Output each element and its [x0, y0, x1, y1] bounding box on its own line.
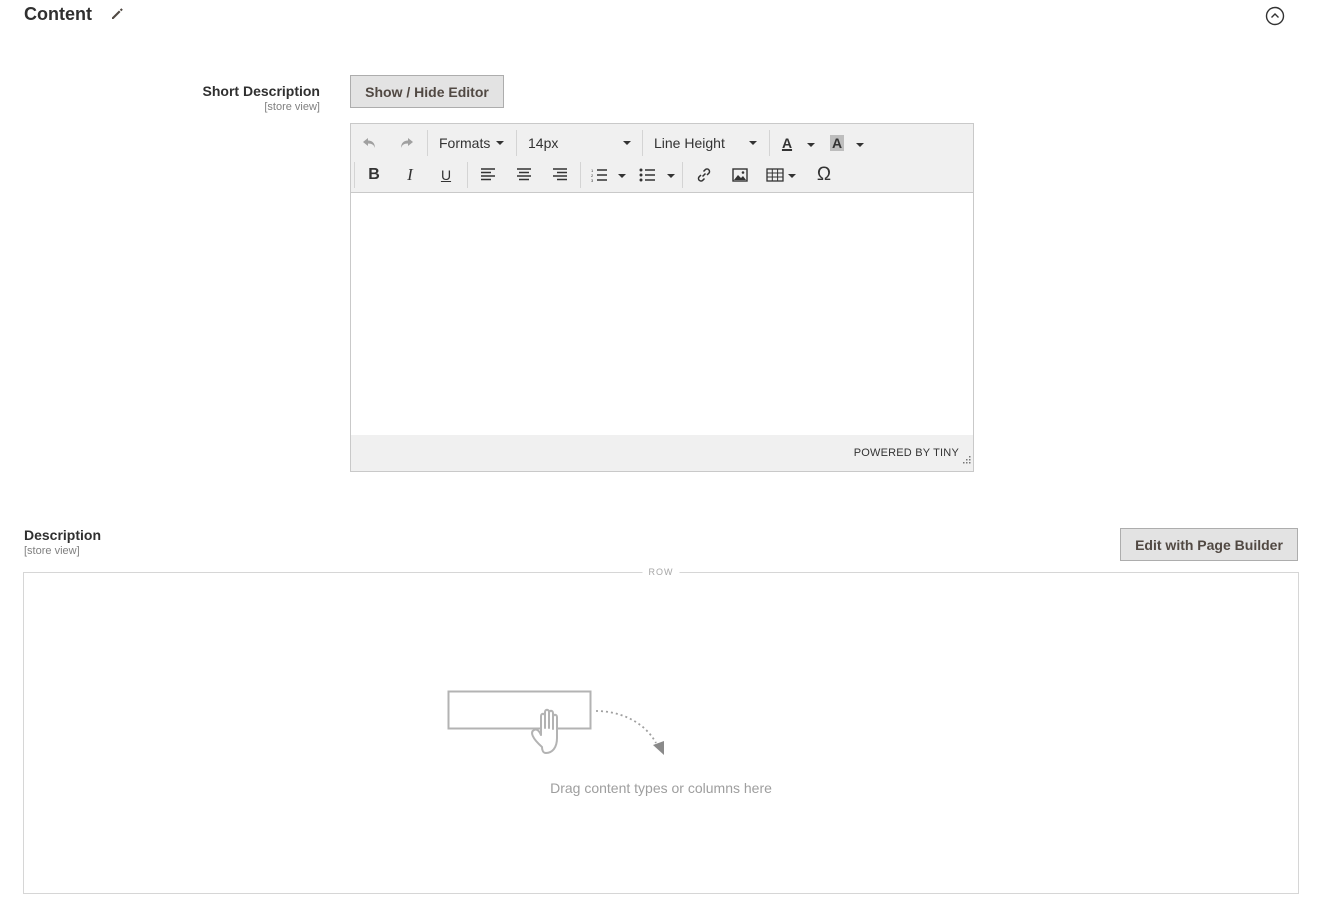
editor-statusbar: POWERED BY TINY	[351, 435, 973, 471]
bullet-list-icon[interactable]	[637, 162, 657, 188]
editor-content-area[interactable]	[351, 193, 973, 436]
section-title: Content	[24, 4, 92, 24]
image-icon[interactable]	[727, 162, 753, 188]
description-label: Description	[24, 527, 102, 543]
wysiwyg-editor: Formats 14px Line Height A A B I U 1 2 3…	[350, 123, 974, 472]
chevron-down-icon[interactable]	[856, 143, 864, 147]
resize-handle-icon[interactable]	[962, 451, 971, 469]
svg-text:3: 3	[591, 178, 594, 182]
row-label: ROW	[642, 567, 680, 577]
formats-label: Formats	[439, 135, 491, 151]
align-left-icon[interactable]	[475, 162, 501, 188]
numbered-list-icon[interactable]: 123	[589, 162, 609, 188]
redo-icon[interactable]	[393, 130, 419, 156]
underline-icon[interactable]: U	[433, 162, 459, 188]
chevron-down-icon[interactable]	[667, 174, 675, 178]
powered-by-link[interactable]: POWERED BY TINY	[854, 447, 959, 459]
toolbar-row-1: Formats 14px Line Height A A	[351, 126, 973, 158]
drag-placeholder-text: Drag content types or columns here	[550, 780, 772, 796]
italic-icon[interactable]: I	[397, 162, 423, 188]
chevron-down-icon	[623, 141, 631, 145]
chevron-down-icon[interactable]	[618, 174, 626, 178]
editor-toolbar: Formats 14px Line Height A A B I U 1 2 3…	[351, 124, 973, 193]
chevron-down-icon	[749, 141, 757, 145]
align-center-icon[interactable]	[511, 162, 537, 188]
undo-icon[interactable]	[357, 130, 383, 156]
line-height-dropdown[interactable]: Line Height	[654, 130, 760, 156]
text-color-icon[interactable]: A	[777, 130, 797, 156]
formats-dropdown[interactable]: Formats	[439, 130, 507, 156]
chevron-down-icon	[496, 141, 504, 145]
page-builder-stage[interactable]: ROW Drag content types or columns here	[23, 567, 1299, 894]
link-icon[interactable]	[691, 162, 717, 188]
bold-icon[interactable]: B	[361, 162, 387, 188]
chevron-down-icon[interactable]	[788, 174, 796, 178]
short-description-scope: [store view]	[264, 101, 320, 113]
edit-with-page-builder-button[interactable]: Edit with Page Builder	[1120, 528, 1298, 561]
align-right-icon[interactable]	[547, 162, 573, 188]
font-size-dropdown[interactable]: 14px	[528, 130, 634, 156]
collapse-section-icon[interactable]	[1265, 6, 1285, 26]
description-scope: [store view]	[24, 545, 80, 557]
show-hide-editor-button[interactable]: Show / Hide Editor	[350, 75, 504, 108]
short-description-label: Short Description	[202, 83, 320, 99]
drag-drop-hand-icon	[444, 686, 674, 771]
pencil-icon[interactable]	[110, 7, 124, 21]
chevron-down-icon[interactable]	[807, 143, 815, 147]
font-size-label: 14px	[528, 135, 559, 151]
line-height-label: Line Height	[654, 135, 725, 151]
table-icon[interactable]	[765, 162, 785, 188]
toolbar-row-2: B I U 123 Ω	[351, 158, 973, 190]
background-color-icon[interactable]: A	[827, 130, 847, 156]
special-character-icon[interactable]: Ω	[811, 162, 837, 188]
